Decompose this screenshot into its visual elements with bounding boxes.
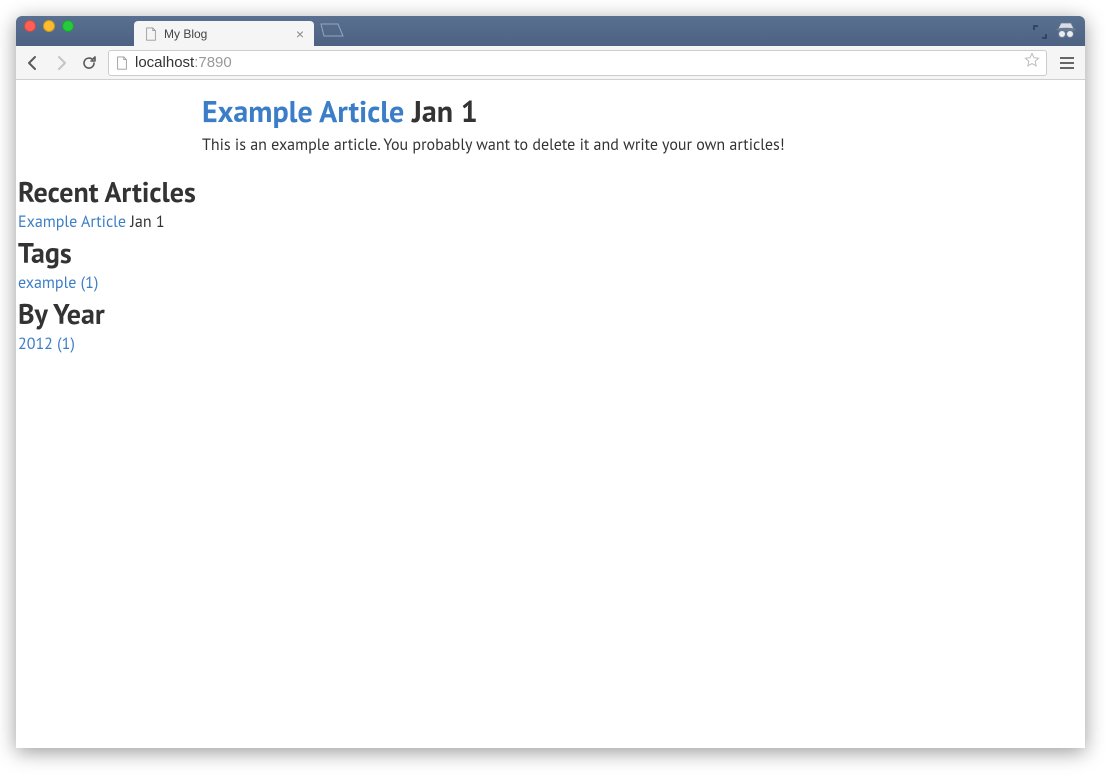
back-button[interactable] [24,54,42,72]
recent-item: Example Article Jan 1 [18,212,1085,232]
recent-heading: Recent Articles [18,173,1085,210]
menu-button[interactable] [1057,53,1077,73]
close-window-button[interactable] [24,20,36,32]
bookmark-star-icon[interactable] [1024,52,1040,73]
article-date-text: Jan 1 [412,92,478,131]
article-title-link[interactable]: Example Article [202,92,404,131]
reload-button[interactable] [80,54,98,72]
fullscreen-icon[interactable] [1033,25,1047,42]
year-link[interactable]: 2012 (1) [18,334,75,354]
browser-tab[interactable]: My Blog × [134,21,314,46]
forward-button[interactable] [52,54,70,72]
article-body: This is an example article. You probably… [202,135,1085,155]
byyear-heading: By Year [18,295,1085,332]
incognito-icon [1055,21,1077,46]
zoom-window-button[interactable] [62,20,74,32]
page-content: Example Article Jan 1 This is an example… [16,80,1085,748]
url-host: localhost [135,54,194,71]
article: Example Article Jan 1 This is an example… [202,80,1085,155]
close-tab-icon[interactable]: × [296,27,304,41]
year-item: 2012 (1) [18,334,1085,354]
tag-item: example (1) [18,273,1085,293]
file-icon [144,27,158,41]
minimize-window-button[interactable] [43,20,55,32]
recent-article-date: Jan 1 [130,212,164,232]
tags-heading: Tags [18,234,1085,271]
new-tab-button[interactable] [320,20,344,45]
article-heading: Example Article Jan 1 [202,92,1085,131]
tag-link[interactable]: example (1) [18,273,98,293]
recent-article-link[interactable]: Example Article [18,212,126,232]
file-icon [115,56,129,70]
url-port: :7890 [194,54,232,71]
titlebar: My Blog × [16,16,1085,46]
titlebar-right [1033,21,1077,46]
browser-window: My Blog × [16,16,1085,748]
window-controls [24,16,74,46]
address-bar[interactable]: localhost:7890 [108,50,1047,76]
url-text: localhost:7890 [135,54,1018,71]
tab-title: My Blog [164,27,290,41]
hamburger-icon [1060,57,1074,59]
toolbar: localhost:7890 [16,46,1085,80]
sidebar: Recent Articles Example Article Jan 1 Ta… [16,173,1085,354]
